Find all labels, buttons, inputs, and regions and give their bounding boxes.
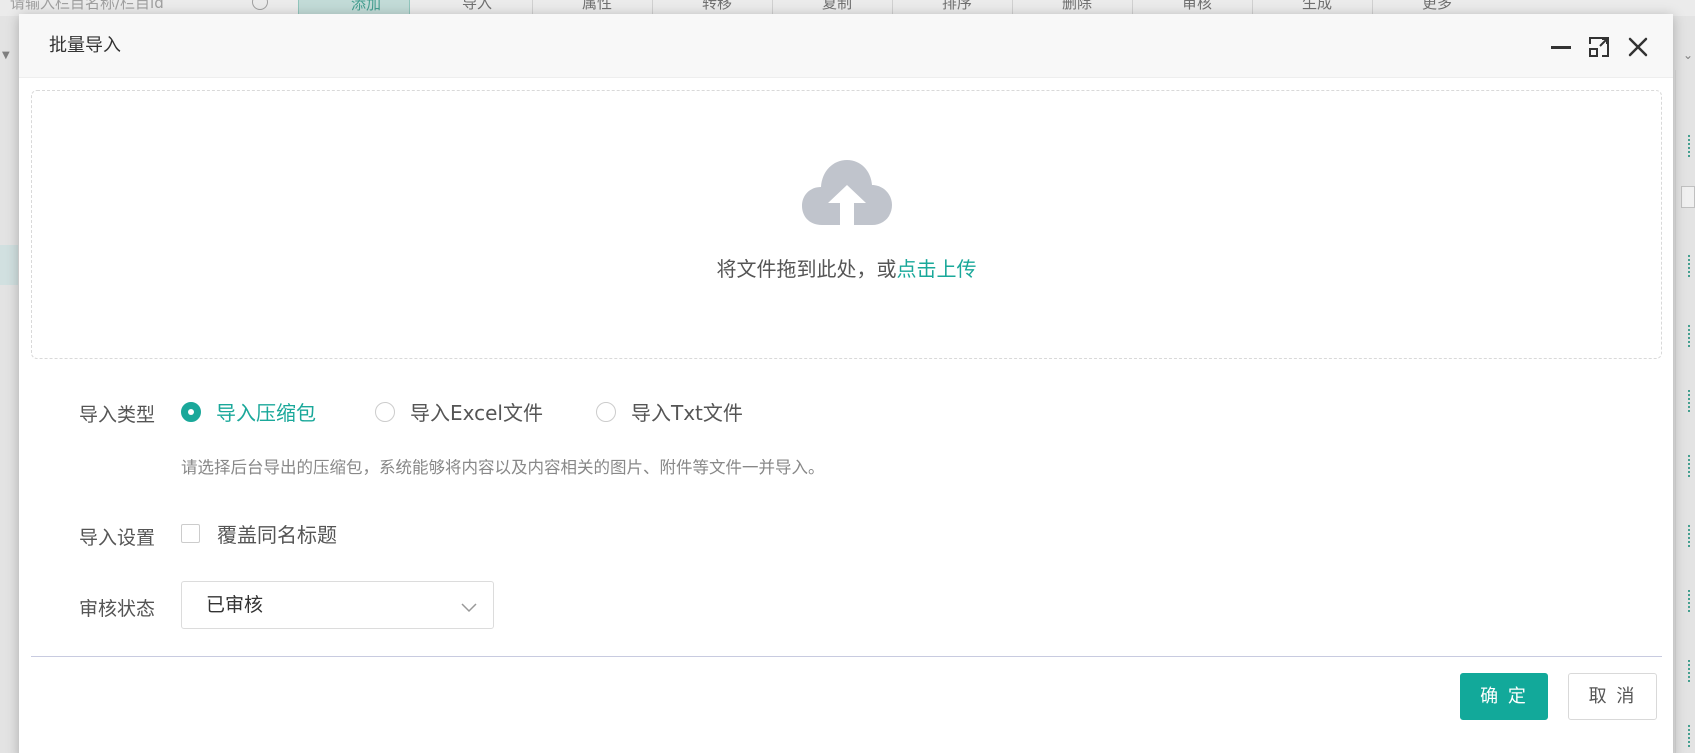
click-upload-link[interactable]: 点击上传 [897, 257, 977, 281]
footer-divider [31, 656, 1662, 657]
chevron-down-icon [461, 598, 477, 613]
dropzone-text: 将文件拖到此处，或点击上传 [32, 253, 1661, 282]
upload-dropzone[interactable]: 将文件拖到此处，或点击上传 [31, 90, 1662, 359]
batch-import-dialog: 批量导入 将文件拖到此处，或点击上传 导入类型 导入压缩包 导入Excel文件 … [19, 14, 1673, 753]
review-status-label: 审核状态 [79, 598, 156, 620]
radio-circle [181, 401, 201, 422]
maximize-icon[interactable] [1588, 36, 1610, 58]
radio-circle [596, 401, 616, 422]
dialog-title: 批量导入 [49, 35, 121, 56]
close-icon[interactable] [1627, 36, 1649, 58]
radio-circle [375, 401, 395, 422]
radio-label: 导入Excel文件 [410, 401, 543, 425]
checkbox-label: 覆盖同名标题 [217, 523, 337, 547]
minimize-icon[interactable] [1550, 36, 1572, 58]
checkbox-box [181, 524, 200, 543]
import-type-hint: 请选择后台导出的压缩包，系统能够将内容以及内容相关的图片、附件等文件一并导入。 [181, 458, 825, 477]
confirm-button[interactable]: 确 定 [1460, 673, 1548, 720]
overwrite-same-title-checkbox[interactable]: 覆盖同名标题 [181, 519, 337, 548]
radio-import-zip[interactable]: 导入压缩包 [181, 397, 316, 426]
import-type-label: 导入类型 [79, 404, 156, 426]
review-status-value: 已审核 [206, 594, 264, 616]
radio-import-excel[interactable]: 导入Excel文件 [375, 397, 543, 426]
cancel-button[interactable]: 取 消 [1568, 673, 1657, 720]
cloud-upload-icon [802, 157, 892, 227]
radio-label: 导入Txt文件 [631, 401, 743, 425]
radio-label: 导入压缩包 [216, 401, 316, 425]
dialog-header: 批量导入 [19, 14, 1673, 78]
review-status-select[interactable]: 已审核 [181, 581, 494, 629]
dropzone-instruction: 将文件拖到此处，或 [716, 257, 897, 281]
radio-import-txt[interactable]: 导入Txt文件 [596, 397, 743, 426]
import-settings-label: 导入设置 [79, 527, 156, 549]
